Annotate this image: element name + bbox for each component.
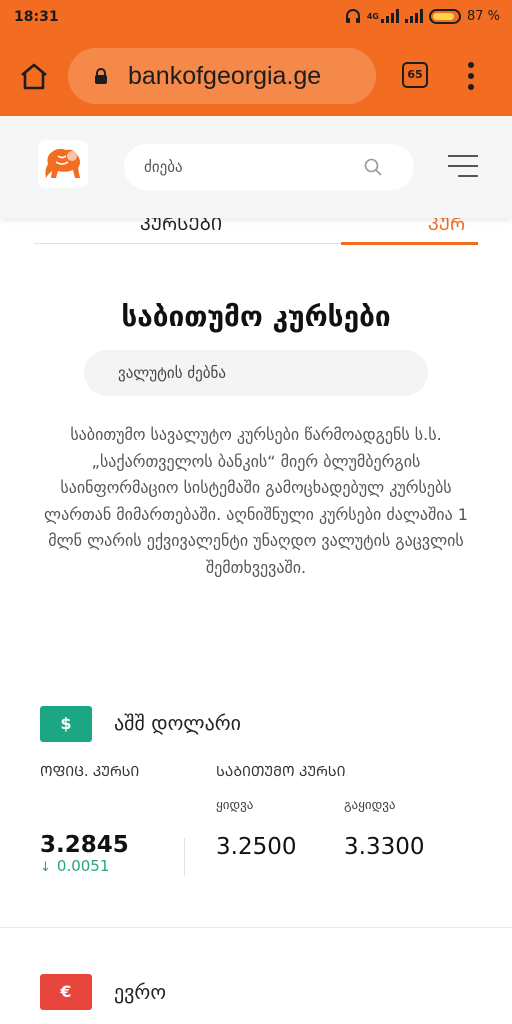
page-description: საბითუმო სავალუტო კურსები წარმოადგენს ს.… <box>44 425 468 577</box>
usd-rate-change: ↓ 0.0051 <box>40 857 109 875</box>
page-title: საბითუმო კურსები <box>121 300 391 333</box>
overflow-menu-icon[interactable] <box>466 62 476 90</box>
official-rate-label: ᲝᲤᲘᲪ. ᲙᲣᲠᲡᲘ <box>40 764 140 780</box>
hamburger-menu-icon[interactable] <box>448 154 478 178</box>
site-header <box>0 116 512 218</box>
browser-chrome: 18:31 4G 87 % bankofgeorgia.ge 65 <box>0 0 512 116</box>
usd-name: აშშ დოლარი <box>114 711 242 735</box>
eur-name: ევრო <box>114 980 167 1004</box>
currency-search-button[interactable]: ვალუტის ძებნა <box>84 350 428 396</box>
home-icon[interactable] <box>18 62 50 90</box>
signal-icon <box>380 9 399 23</box>
tabs-icon[interactable]: 65 <box>402 62 428 88</box>
active-tab-indicator <box>341 242 478 245</box>
buy-label: ყიდვა <box>216 798 254 813</box>
usd-sell-rate: 3.3300 <box>344 834 425 860</box>
eur-badge: € <box>40 974 92 1010</box>
sell-label: გაყიდვა <box>344 798 396 813</box>
lock-icon <box>95 68 107 84</box>
arrow-down-icon: ↓ <box>40 860 51 875</box>
lion-logo-icon[interactable] <box>38 140 88 188</box>
status-bar: 18:31 4G 87 % <box>0 0 512 34</box>
battery-percent: 87 % <box>466 8 500 24</box>
usd-official-rate: 3.2845 <box>40 832 129 858</box>
wholesale-rate-label: ᲡᲐᲑᲘᲗᲣᲛᲝ ᲙᲣᲠᲡᲘ <box>216 764 346 780</box>
status-right: 4G 87 % <box>345 8 500 24</box>
url-text[interactable]: bankofgeorgia.ge <box>128 62 321 91</box>
headphones-icon <box>345 9 360 23</box>
usd-buy-rate: 3.2500 <box>216 834 297 860</box>
site-search[interactable] <box>124 144 414 190</box>
status-time: 18:31 <box>14 9 59 25</box>
search-icon[interactable] <box>364 158 382 176</box>
signal-icon-2 <box>404 9 423 23</box>
column-divider <box>184 838 185 876</box>
currency-divider <box>0 927 512 928</box>
url-bar[interactable]: bankofgeorgia.ge <box>68 48 376 104</box>
search-input[interactable] <box>144 144 364 190</box>
battery-icon <box>428 8 461 24</box>
usd-change-value: 0.0051 <box>56 857 110 875</box>
network-type: 4G <box>366 11 379 21</box>
usd-badge: $ <box>40 706 92 742</box>
